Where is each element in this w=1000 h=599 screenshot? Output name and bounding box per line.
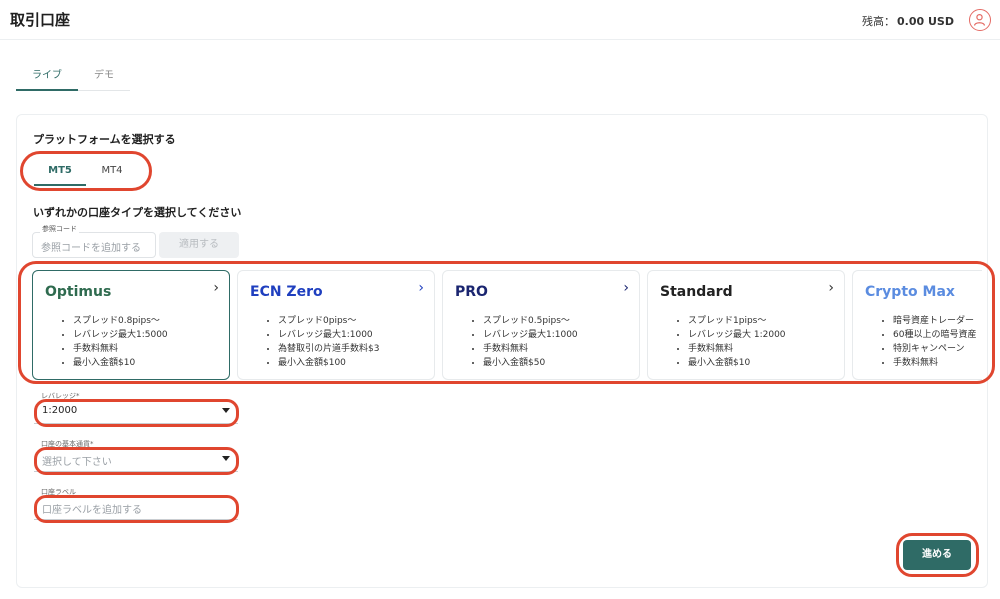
list-item: 手数料無料: [893, 356, 976, 370]
chevron-right-icon: ›: [418, 280, 424, 296]
card-title: ECN Zero: [250, 284, 323, 300]
apply-button[interactable]: 適用する: [159, 232, 239, 258]
caret-down-icon: [222, 408, 230, 413]
next-button[interactable]: 進める: [903, 540, 971, 570]
balance-display: 残高： 0.00 USD: [862, 13, 954, 29]
account-card-crypto-max[interactable]: Crypto Max 暗号資産トレーダー 60種以上の暗号資産 特別キャンペーン…: [852, 270, 982, 380]
currency-placeholder: 選択して下さい: [42, 457, 112, 468]
caret-down-icon: [222, 456, 230, 461]
card-title: Optimus: [45, 284, 112, 300]
list-item: 最小入金額$10: [73, 356, 168, 370]
list-item: 特別キャンペーン: [893, 342, 976, 356]
platform-tabs: MT5 MT4: [34, 160, 144, 186]
account-label-input[interactable]: 口座ラベルを追加する: [34, 496, 238, 520]
card-title: Standard: [660, 284, 733, 300]
referral-code-placeholder: 参照コードを追加する: [41, 243, 141, 254]
list-item: 60種以上の暗号資産: [893, 328, 976, 342]
list-item: レバレッジ最大1:1000: [483, 328, 578, 342]
card-feature-list: スプレッド0.8pips〜 レバレッジ最大1:5000 手数料無料 最小入金額$…: [73, 314, 168, 370]
balance-label: 残高：: [862, 15, 896, 28]
account-card-optimus[interactable]: Optimus › スプレッド0.8pips〜 レバレッジ最大1:5000 手数…: [32, 270, 230, 380]
tab-mt4[interactable]: MT4: [92, 160, 132, 186]
environment-tabs: ライブ デモ: [16, 66, 130, 91]
list-item: 最小入金額$50: [483, 356, 578, 370]
list-item: 手数料無料: [688, 342, 786, 356]
list-item: レバレッジ最大 1:2000: [688, 328, 786, 342]
balance-value: 0.00 USD: [897, 15, 954, 28]
tab-demo[interactable]: デモ: [78, 66, 130, 91]
chevron-right-icon: ›: [828, 280, 834, 296]
list-item: 為替取引の片道手数料$3: [278, 342, 379, 356]
page-title: 取引口座: [10, 11, 71, 29]
referral-code-legend: 参照コード: [40, 224, 79, 234]
card-title: PRO: [455, 284, 488, 300]
list-item: レバレッジ最大1:1000: [278, 328, 379, 342]
account-card-ecn-zero[interactable]: ECN Zero › スプレッド0pips〜 レバレッジ最大1:1000 為替取…: [237, 270, 435, 380]
account-card-standard[interactable]: Standard › スプレッド1pips〜 レバレッジ最大 1:2000 手数…: [647, 270, 845, 380]
card-title: Crypto Max: [865, 284, 955, 300]
base-currency-select[interactable]: 選択して下さい: [34, 448, 238, 472]
tab-live[interactable]: ライブ: [16, 66, 78, 91]
list-item: スプレッド0.5pips〜: [483, 314, 578, 328]
list-item: 最小入金額$10: [688, 356, 786, 370]
card-feature-list: スプレッド1pips〜 レバレッジ最大 1:2000 手数料無料 最小入金額$1…: [688, 314, 786, 370]
user-icon[interactable]: [969, 9, 991, 31]
list-item: 暗号資産トレーダー: [893, 314, 976, 328]
tab-mt5[interactable]: MT5: [34, 160, 86, 186]
list-item: スプレッド1pips〜: [688, 314, 786, 328]
list-item: スプレッド0pips〜: [278, 314, 379, 328]
card-feature-list: スプレッド0pips〜 レバレッジ最大1:1000 為替取引の片道手数料$3 最…: [278, 314, 379, 370]
chevron-right-icon: ›: [623, 280, 629, 296]
list-item: レバレッジ最大1:5000: [73, 328, 168, 342]
leverage-value: 1:2000: [42, 405, 78, 416]
list-item: 手数料無料: [483, 342, 578, 356]
leverage-select[interactable]: 1:2000: [34, 400, 238, 424]
list-item: 手数料無料: [73, 342, 168, 356]
top-bar: 取引口座 残高： 0.00 USD: [0, 0, 1000, 40]
list-item: 最小入金額$100: [278, 356, 379, 370]
account-card-pro[interactable]: PRO › スプレッド0.5pips〜 レバレッジ最大1:1000 手数料無料 …: [442, 270, 640, 380]
card-feature-list: 暗号資産トレーダー 60種以上の暗号資産 特別キャンペーン 手数料無料: [893, 314, 976, 370]
platform-heading: プラットフォームを選択する: [33, 133, 176, 146]
referral-code-field[interactable]: 参照コードを追加する: [32, 232, 156, 258]
chevron-right-icon: ›: [213, 280, 219, 296]
account-type-heading: いずれかの口座タイプを選択してください: [33, 206, 242, 219]
list-item: スプレッド0.8pips〜: [73, 314, 168, 328]
account-label-placeholder: 口座ラベルを追加する: [42, 505, 142, 516]
card-feature-list: スプレッド0.5pips〜 レバレッジ最大1:1000 手数料無料 最小入金額$…: [483, 314, 578, 370]
